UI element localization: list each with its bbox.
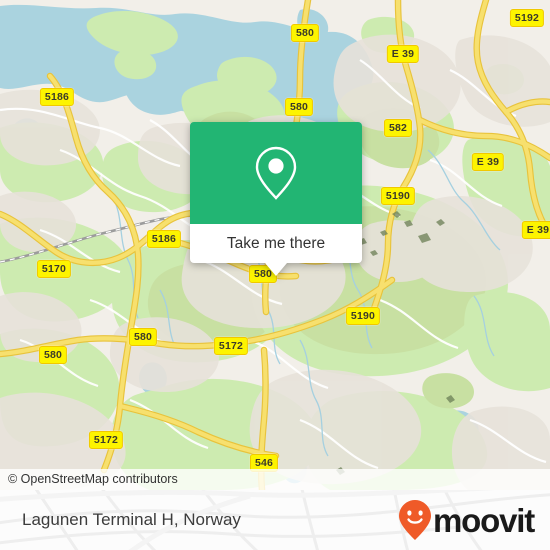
footer-bar: Lagunen Terminal H, Norway moovit [0,490,550,550]
map-pin-icon [255,146,297,200]
popup-image-panel [190,122,362,224]
road-shield: 5172 [88,431,124,449]
road-shield: 5170 [36,260,72,278]
road-shield: 580 [38,346,68,364]
moovit-station-map-card: 5186 580 E 39 5192 580 582 E 39 5190 E 39 5186 517… [0,0,550,550]
road-shield: 5190 [380,187,416,205]
take-me-there-label: Take me there [226,234,326,252]
moovit-wordmark: moovit [433,501,535,539]
road-shield: 5186 [39,88,75,106]
road-shield: E 39 [386,45,420,63]
take-me-there-button[interactable]: Take me there [190,224,362,263]
moovit-logo[interactable]: moovit [398,499,535,541]
road-shield: 580 [284,98,314,116]
station-title: Lagunen Terminal H, Norway [22,510,241,529]
road-shield: 580 [290,24,320,42]
road-shield: E 39 [521,221,550,239]
road-shield: 5186 [146,230,182,248]
moovit-smiley-pin-icon [399,500,432,540]
road-shield: 582 [383,119,413,137]
road-shield: 5172 [213,337,249,355]
station-popup[interactable]: Take me there [190,122,362,276]
road-shield: 5192 [509,9,545,27]
popup-pointer-tail [265,263,287,276]
osm-attribution[interactable]: © OpenStreetMap contributors [0,469,550,490]
road-shield: 580 [128,328,158,346]
road-shield: 5190 [345,307,381,325]
road-shield: E 39 [471,153,505,171]
